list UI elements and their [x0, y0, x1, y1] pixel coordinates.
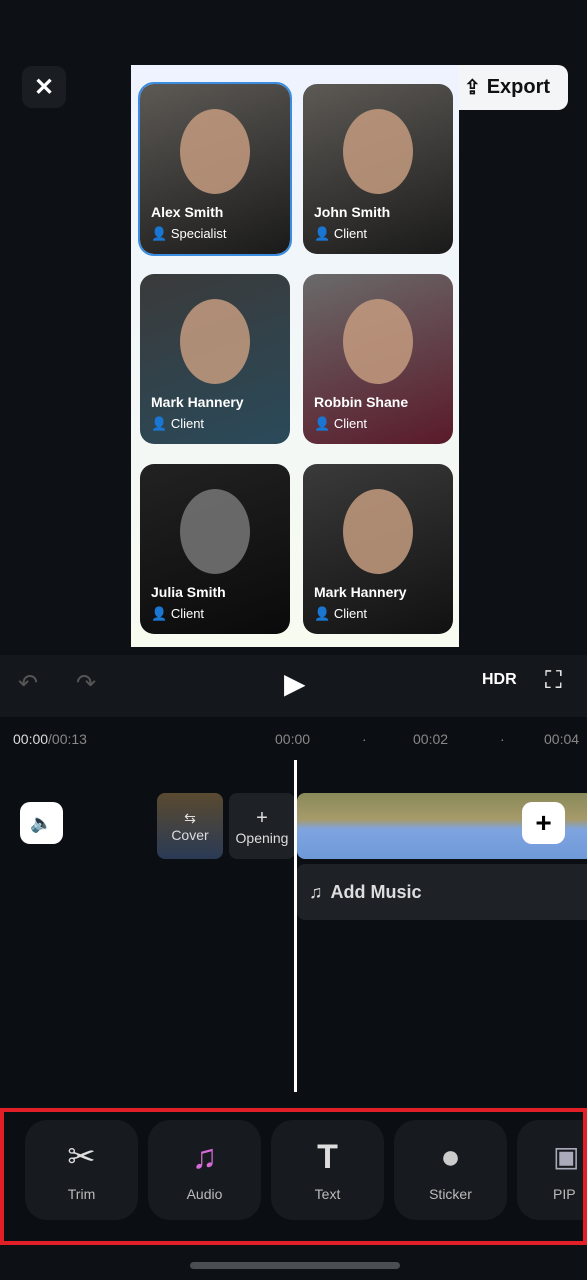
close-icon: ✕ — [33, 73, 55, 101]
add-clip-button[interactable]: + — [522, 802, 565, 844]
total-time: /00:13 — [48, 731, 87, 747]
hdr-off-icon[interactable]: HDR — [482, 671, 517, 689]
profile-card: Julia Smith 👤 Client — [140, 464, 290, 634]
plus-icon: + — [535, 807, 552, 838]
scissors-icon: ✂ — [67, 1138, 96, 1176]
opening-button[interactable]: + Opening — [229, 793, 295, 859]
playback-controls: ↶ ↷ ▶ HDR ⛶ — [0, 655, 587, 717]
tool-audio[interactable]: ♫ Audio — [148, 1120, 261, 1220]
mute-button[interactable]: 🔈 — [20, 802, 63, 844]
home-indicator — [190, 1262, 400, 1269]
upload-icon: ⇪ — [463, 77, 481, 99]
profile-card: John Smith 👤 Client — [303, 84, 453, 254]
fullscreen-icon[interactable]: ⛶ — [545, 667, 562, 695]
tool-text[interactable]: T Text — [271, 1120, 384, 1220]
profile-card: Mark Hannery 👤 Client — [303, 464, 453, 634]
tick-label: 00:00 — [275, 731, 311, 747]
music-note-icon: ♫ — [191, 1138, 218, 1176]
undo-icon[interactable]: ↶ — [18, 669, 38, 698]
tool-sticker[interactable]: ● Sticker — [394, 1120, 507, 1220]
close-button[interactable]: ✕ — [22, 66, 66, 108]
text-icon: T — [317, 1138, 338, 1176]
tick-label: 00:04 — [544, 731, 580, 747]
image-icon: ▣ — [553, 1141, 580, 1172]
swap-icon: ⇆ — [184, 809, 196, 826]
cover-button[interactable]: ⇆ Cover — [157, 793, 223, 859]
speaker-icon: 🔈 — [30, 812, 53, 833]
current-time: 00:00 — [13, 731, 49, 747]
tool-trim[interactable]: ✂ Trim — [25, 1120, 138, 1220]
plus-icon: + — [256, 806, 268, 829]
tick-label: 00:02 — [413, 731, 449, 747]
tool-pip[interactable]: ▣ PIP — [517, 1120, 583, 1220]
add-music-button[interactable]: ♫ Add Music — [297, 864, 587, 920]
profile-card: Robbin Shane 👤 Client — [303, 274, 453, 444]
playhead[interactable] — [294, 760, 297, 1092]
sticker-icon: ● — [440, 1138, 461, 1176]
video-preview[interactable]: Alex Smith 👤 Specialist John Smith 👤 Clien… — [131, 65, 459, 647]
export-button[interactable]: ⇪ Export — [446, 65, 568, 110]
redo-icon[interactable]: ↷ — [76, 669, 96, 698]
music-add-icon: ♫ — [309, 881, 323, 902]
profile-card: Alex Smith 👤 Specialist — [138, 82, 292, 256]
profile-card: Mark Hannery 👤 Client — [140, 274, 290, 444]
play-icon[interactable]: ▶ — [284, 667, 306, 700]
